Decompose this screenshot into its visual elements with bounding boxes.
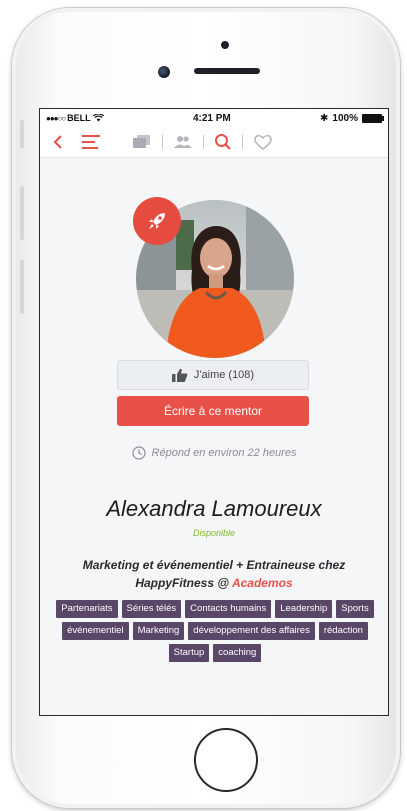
status-bar: ●●●○○ BELL 4:21 PM ✱ 100%: [40, 109, 388, 127]
tag[interactable]: Contacts humains: [185, 600, 272, 618]
cards-icon[interactable]: [132, 134, 152, 150]
nav-bar: [40, 127, 388, 158]
search-icon[interactable]: [214, 133, 232, 151]
status-left: ●●●○○ BELL: [46, 113, 104, 123]
profile-content: J'aime (108) Écrire à ce mentor Répond e…: [40, 158, 388, 715]
tag[interactable]: Sports: [336, 600, 374, 618]
menu-list-icon[interactable]: [82, 135, 102, 149]
clock: 4:21 PM: [192, 112, 231, 124]
users-icon[interactable]: [173, 134, 193, 150]
back-arrow-icon[interactable]: [52, 134, 64, 150]
app-screen: ●●●○○ BELL 4:21 PM ✱ 100% J'aime (108) É…: [39, 108, 389, 716]
battery-percent: 100%: [332, 112, 358, 124]
bio-prefix: HappyFitness @: [135, 576, 230, 590]
thumbs-up-icon: [171, 368, 188, 382]
tag[interactable]: développement des affaires: [188, 622, 315, 640]
response-time: Répond en environ 22 heures: [40, 446, 388, 460]
carrier-label: BELL: [67, 113, 91, 123]
tag[interactable]: Séries télés: [121, 600, 182, 618]
tag[interactable]: Startup: [168, 644, 210, 662]
response-text: Répond en environ 22 heures: [151, 447, 297, 459]
availability-status: Disponible: [192, 528, 236, 538]
mentor-bio: Marketing et événementiel + Entraineuse …: [40, 556, 388, 592]
home-button[interactable]: [194, 728, 258, 792]
tag[interactable]: Marketing: [132, 622, 185, 640]
like-button[interactable]: J'aime (108): [117, 360, 309, 390]
tag[interactable]: coaching: [213, 644, 262, 662]
front-sensor: [221, 41, 229, 49]
bluetooth-icon: ✱: [320, 112, 329, 124]
mentor-name: Alexandra Lamoureux: [106, 496, 322, 521]
tag[interactable]: événementiel: [62, 622, 129, 640]
status-right: ✱ 100%: [320, 112, 384, 124]
clock-icon: [131, 446, 146, 460]
nav-divider: [203, 135, 204, 149]
front-camera-icon: [158, 66, 170, 78]
nav-divider: [242, 135, 243, 149]
bio-line-2: HappyFitness @ Academos: [40, 574, 388, 592]
like-label: J'aime (108): [193, 369, 255, 381]
write-mentor-button[interactable]: Écrire à ce mentor: [117, 396, 309, 426]
volume-down-button: [20, 260, 24, 314]
earpiece-speaker: [194, 68, 260, 74]
tag[interactable]: rédaction: [318, 622, 368, 640]
mute-switch: [20, 120, 24, 148]
nav-divider: [162, 135, 163, 149]
signal-icon: ●●●○○: [46, 113, 66, 123]
heart-icon[interactable]: [253, 133, 273, 151]
avatar-container: [133, 197, 294, 358]
bio-line-1: Marketing et événementiel + Entraineuse …: [82, 558, 346, 572]
rocket-icon: [133, 197, 181, 245]
tag[interactable]: Partenariats: [56, 600, 118, 618]
tag-list: Partenariats Séries télés Contacts humai…: [50, 600, 380, 662]
wifi-icon: [92, 114, 104, 122]
battery-icon: [362, 113, 384, 123]
organization-link[interactable]: Academos: [232, 576, 293, 590]
volume-up-button: [20, 186, 24, 240]
tag[interactable]: Leadership: [275, 600, 333, 618]
